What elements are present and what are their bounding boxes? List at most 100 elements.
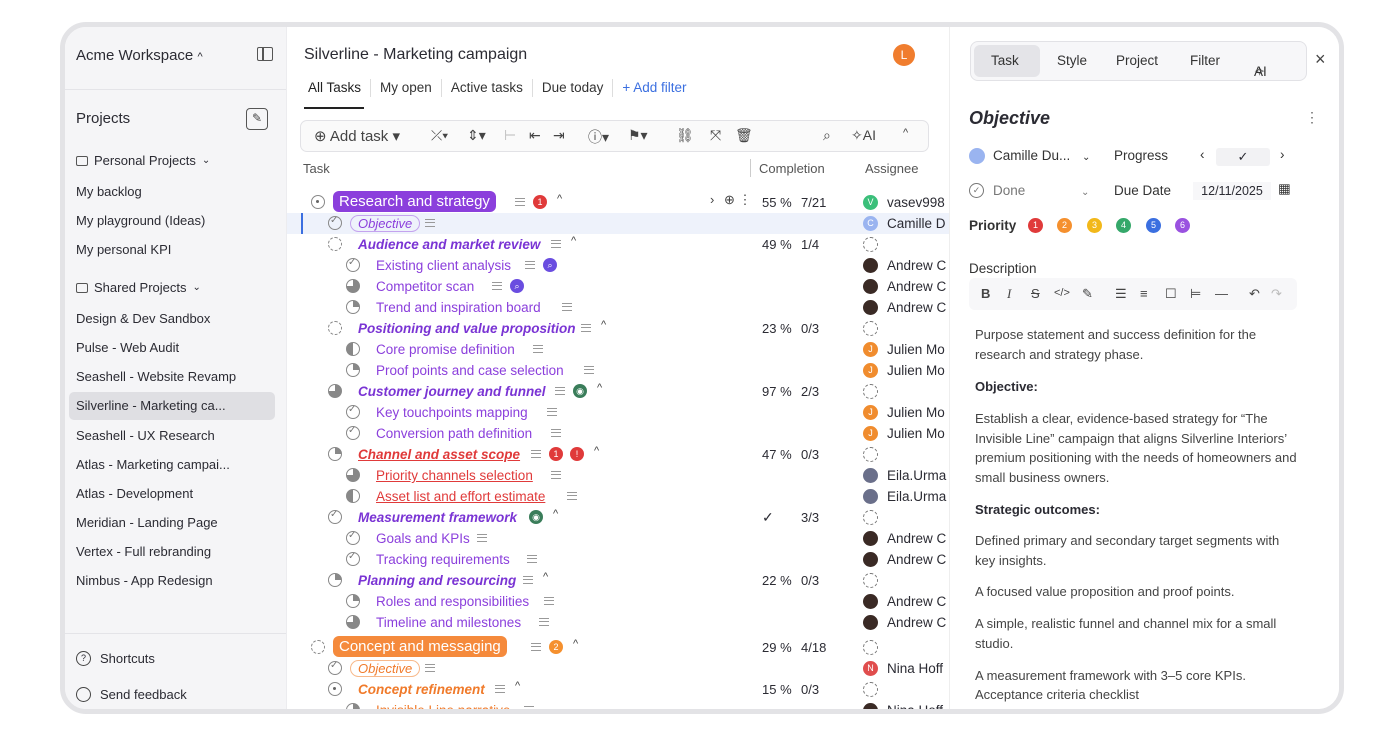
- table-row[interactable]: Goals and KPIs Andrew C: [287, 528, 949, 549]
- subtask-icon[interactable]: ⊢: [504, 127, 516, 144]
- description-heading[interactable]: Objective:: [975, 377, 1303, 397]
- tab-all-tasks[interactable]: All Tasks: [304, 79, 372, 97]
- assignee-name[interactable]: Andrew C: [887, 549, 949, 570]
- status-progress-icon[interactable]: [346, 489, 360, 503]
- status-circle-icon[interactable]: [328, 682, 342, 696]
- sidebar-item-meridian[interactable]: Meridian - Landing Page: [69, 509, 275, 537]
- description-paragraph[interactable]: Acceptance criteria checklist: [975, 685, 1303, 705]
- more-options-icon[interactable]: ⋮: [1305, 109, 1319, 126]
- ai-button[interactable]: ✧AI: [851, 127, 876, 144]
- chevron-right-icon[interactable]: ›: [1280, 147, 1285, 162]
- sidebar-item-atlas-marketing[interactable]: Atlas - Marketing campai...: [69, 451, 275, 479]
- table-row[interactable]: Proof points and case selection J Julien…: [287, 360, 949, 381]
- flag-icon[interactable]: ⚑▾: [628, 127, 648, 144]
- task-name[interactable]: Asset list and effort estimate: [376, 486, 545, 507]
- description-paragraph[interactable]: A measurement framework with 3–5 core KP…: [975, 666, 1303, 686]
- unassigned-icon[interactable]: [863, 510, 878, 525]
- description-paragraph[interactable]: A simple, realistic funnel and channel m…: [975, 614, 1303, 653]
- task-name[interactable]: Core promise definition: [376, 339, 515, 360]
- task-name[interactable]: Customer journey and funnel: [358, 381, 546, 402]
- outdent-icon[interactable]: ⇤: [529, 127, 541, 144]
- table-row[interactable]: Roles and responsibilities Andrew C: [287, 591, 949, 612]
- sidebar-item-my-playground[interactable]: My playground (Ideas): [69, 207, 275, 235]
- calendar-icon[interactable]: ▦: [1278, 181, 1291, 197]
- status-progress-icon[interactable]: [346, 279, 360, 293]
- priority-1[interactable]: 1: [1028, 218, 1043, 233]
- status-progress-icon[interactable]: [346, 300, 360, 314]
- status-progress-icon[interactable]: [346, 594, 360, 608]
- tab-style[interactable]: Style: [1057, 53, 1087, 68]
- assignee-select[interactable]: Camille Du... ⌄: [993, 148, 1090, 163]
- clear-format-icon[interactable]: ⤧: [710, 127, 721, 144]
- task-name[interactable]: Key touchpoints mapping: [376, 402, 528, 423]
- user-avatar[interactable]: L: [893, 44, 915, 66]
- column-assignee[interactable]: Assignee: [865, 161, 918, 176]
- table-row[interactable]: Trend and inspiration board Andrew C: [287, 297, 949, 318]
- column-completion[interactable]: Completion: [759, 161, 825, 176]
- status-progress-icon[interactable]: [328, 447, 342, 461]
- add-subtask-icon[interactable]: ⊕ ⋮: [724, 192, 752, 208]
- table-row[interactable]: Existing client analysis ⌕ Andrew C: [287, 255, 949, 276]
- send-feedback-link[interactable]: Send feedback: [76, 687, 187, 702]
- collapse-sidebar-icon[interactable]: [257, 47, 273, 61]
- table-row[interactable]: Key touchpoints mapping J Julien Mo: [287, 402, 949, 423]
- table-row[interactable]: Conversion path definition J Julien Mo: [287, 423, 949, 444]
- shared-projects-group[interactable]: Shared Projects ⌄: [76, 280, 201, 295]
- sidebar-item-my-backlog[interactable]: My backlog: [69, 178, 275, 206]
- task-name[interactable]: Tracking requirements: [376, 549, 510, 570]
- task-name[interactable]: Priority channels selection: [376, 465, 533, 486]
- table-row[interactable]: Invisible Line narrative Nina Hoff: [287, 700, 949, 709]
- assignee-name[interactable]: Eila.Urma: [887, 486, 949, 507]
- assignee-name[interactable]: Andrew C: [887, 255, 949, 276]
- code-icon[interactable]: </>: [1054, 287, 1070, 299]
- assignee-name[interactable]: Julien Mo: [887, 402, 949, 423]
- chevron-up-icon[interactable]: ^: [594, 445, 599, 457]
- task-title[interactable]: Objective: [969, 108, 1050, 129]
- status-done-icon[interactable]: [346, 530, 360, 545]
- description-paragraph[interactable]: Purpose statement and success definition…: [975, 325, 1303, 364]
- sidebar-item-vertex[interactable]: Vertex - Full rebranding: [69, 538, 275, 566]
- task-name[interactable]: Channel and asset scope: [358, 444, 520, 465]
- status-circle-icon[interactable]: [311, 640, 325, 654]
- status-done-icon[interactable]: [328, 660, 342, 675]
- task-name[interactable]: Research and strategy: [333, 191, 496, 212]
- priority-2[interactable]: 2: [1057, 218, 1072, 233]
- status-done-icon[interactable]: [328, 509, 342, 524]
- status-progress-icon[interactable]: [346, 363, 360, 377]
- status-icon[interactable]: ⓘ▾: [588, 127, 609, 147]
- unassigned-icon[interactable]: [863, 384, 878, 399]
- priority-4[interactable]: 4: [1116, 218, 1131, 233]
- trash-icon[interactable]: 🗑: [735, 127, 753, 144]
- numbered-list-icon[interactable]: ≡: [1140, 286, 1148, 301]
- status-done-icon[interactable]: [346, 551, 360, 566]
- sort-icon[interactable]: ⇕▾: [467, 127, 486, 144]
- sidebar-item-pulse[interactable]: Pulse - Web Audit: [69, 334, 275, 362]
- sidebar-item-design-dev-sandbox[interactable]: Design & Dev Sandbox: [69, 305, 275, 333]
- sidebar-item-nimbus[interactable]: Nimbus - App Redesign: [69, 567, 275, 595]
- status-progress-icon[interactable]: [328, 573, 342, 587]
- task-name[interactable]: Trend and inspiration board: [376, 297, 541, 318]
- chevron-right-icon[interactable]: ›: [710, 192, 714, 207]
- chevron-left-icon[interactable]: ‹: [1200, 147, 1205, 162]
- table-row[interactable]: Priority channels selection Eila.Urma: [287, 465, 949, 486]
- chevron-up-icon[interactable]: ^: [573, 638, 578, 650]
- task-name[interactable]: Competitor scan: [376, 276, 474, 297]
- strikethrough-icon[interactable]: S: [1031, 286, 1040, 301]
- unassigned-icon[interactable]: [863, 237, 878, 252]
- highlight-icon[interactable]: ✎: [1082, 286, 1093, 302]
- bullet-list-icon[interactable]: ☰: [1115, 286, 1127, 302]
- tab-task[interactable]: Task: [991, 53, 1019, 68]
- status-progress-icon[interactable]: [328, 384, 342, 398]
- table-row[interactable]: Competitor scan ⌕ Andrew C: [287, 276, 949, 297]
- status-progress-icon[interactable]: [346, 703, 360, 709]
- unassigned-icon[interactable]: [863, 447, 878, 462]
- new-project-button[interactable]: ✎: [246, 108, 268, 130]
- table-row[interactable]: Planning and resourcing ^ 22 % 0/3: [287, 570, 949, 591]
- status-done-icon[interactable]: [346, 425, 360, 440]
- undo-icon[interactable]: ↶: [1249, 286, 1260, 302]
- table-row[interactable]: Audience and market review ^ 49 % 1/4: [287, 234, 949, 255]
- task-name[interactable]: Audience and market review: [358, 234, 540, 255]
- assignee-name[interactable]: Andrew C: [887, 276, 949, 297]
- collapse-icon[interactable]: ⤫▾: [431, 127, 448, 144]
- chevron-up-icon[interactable]: ^: [553, 508, 558, 520]
